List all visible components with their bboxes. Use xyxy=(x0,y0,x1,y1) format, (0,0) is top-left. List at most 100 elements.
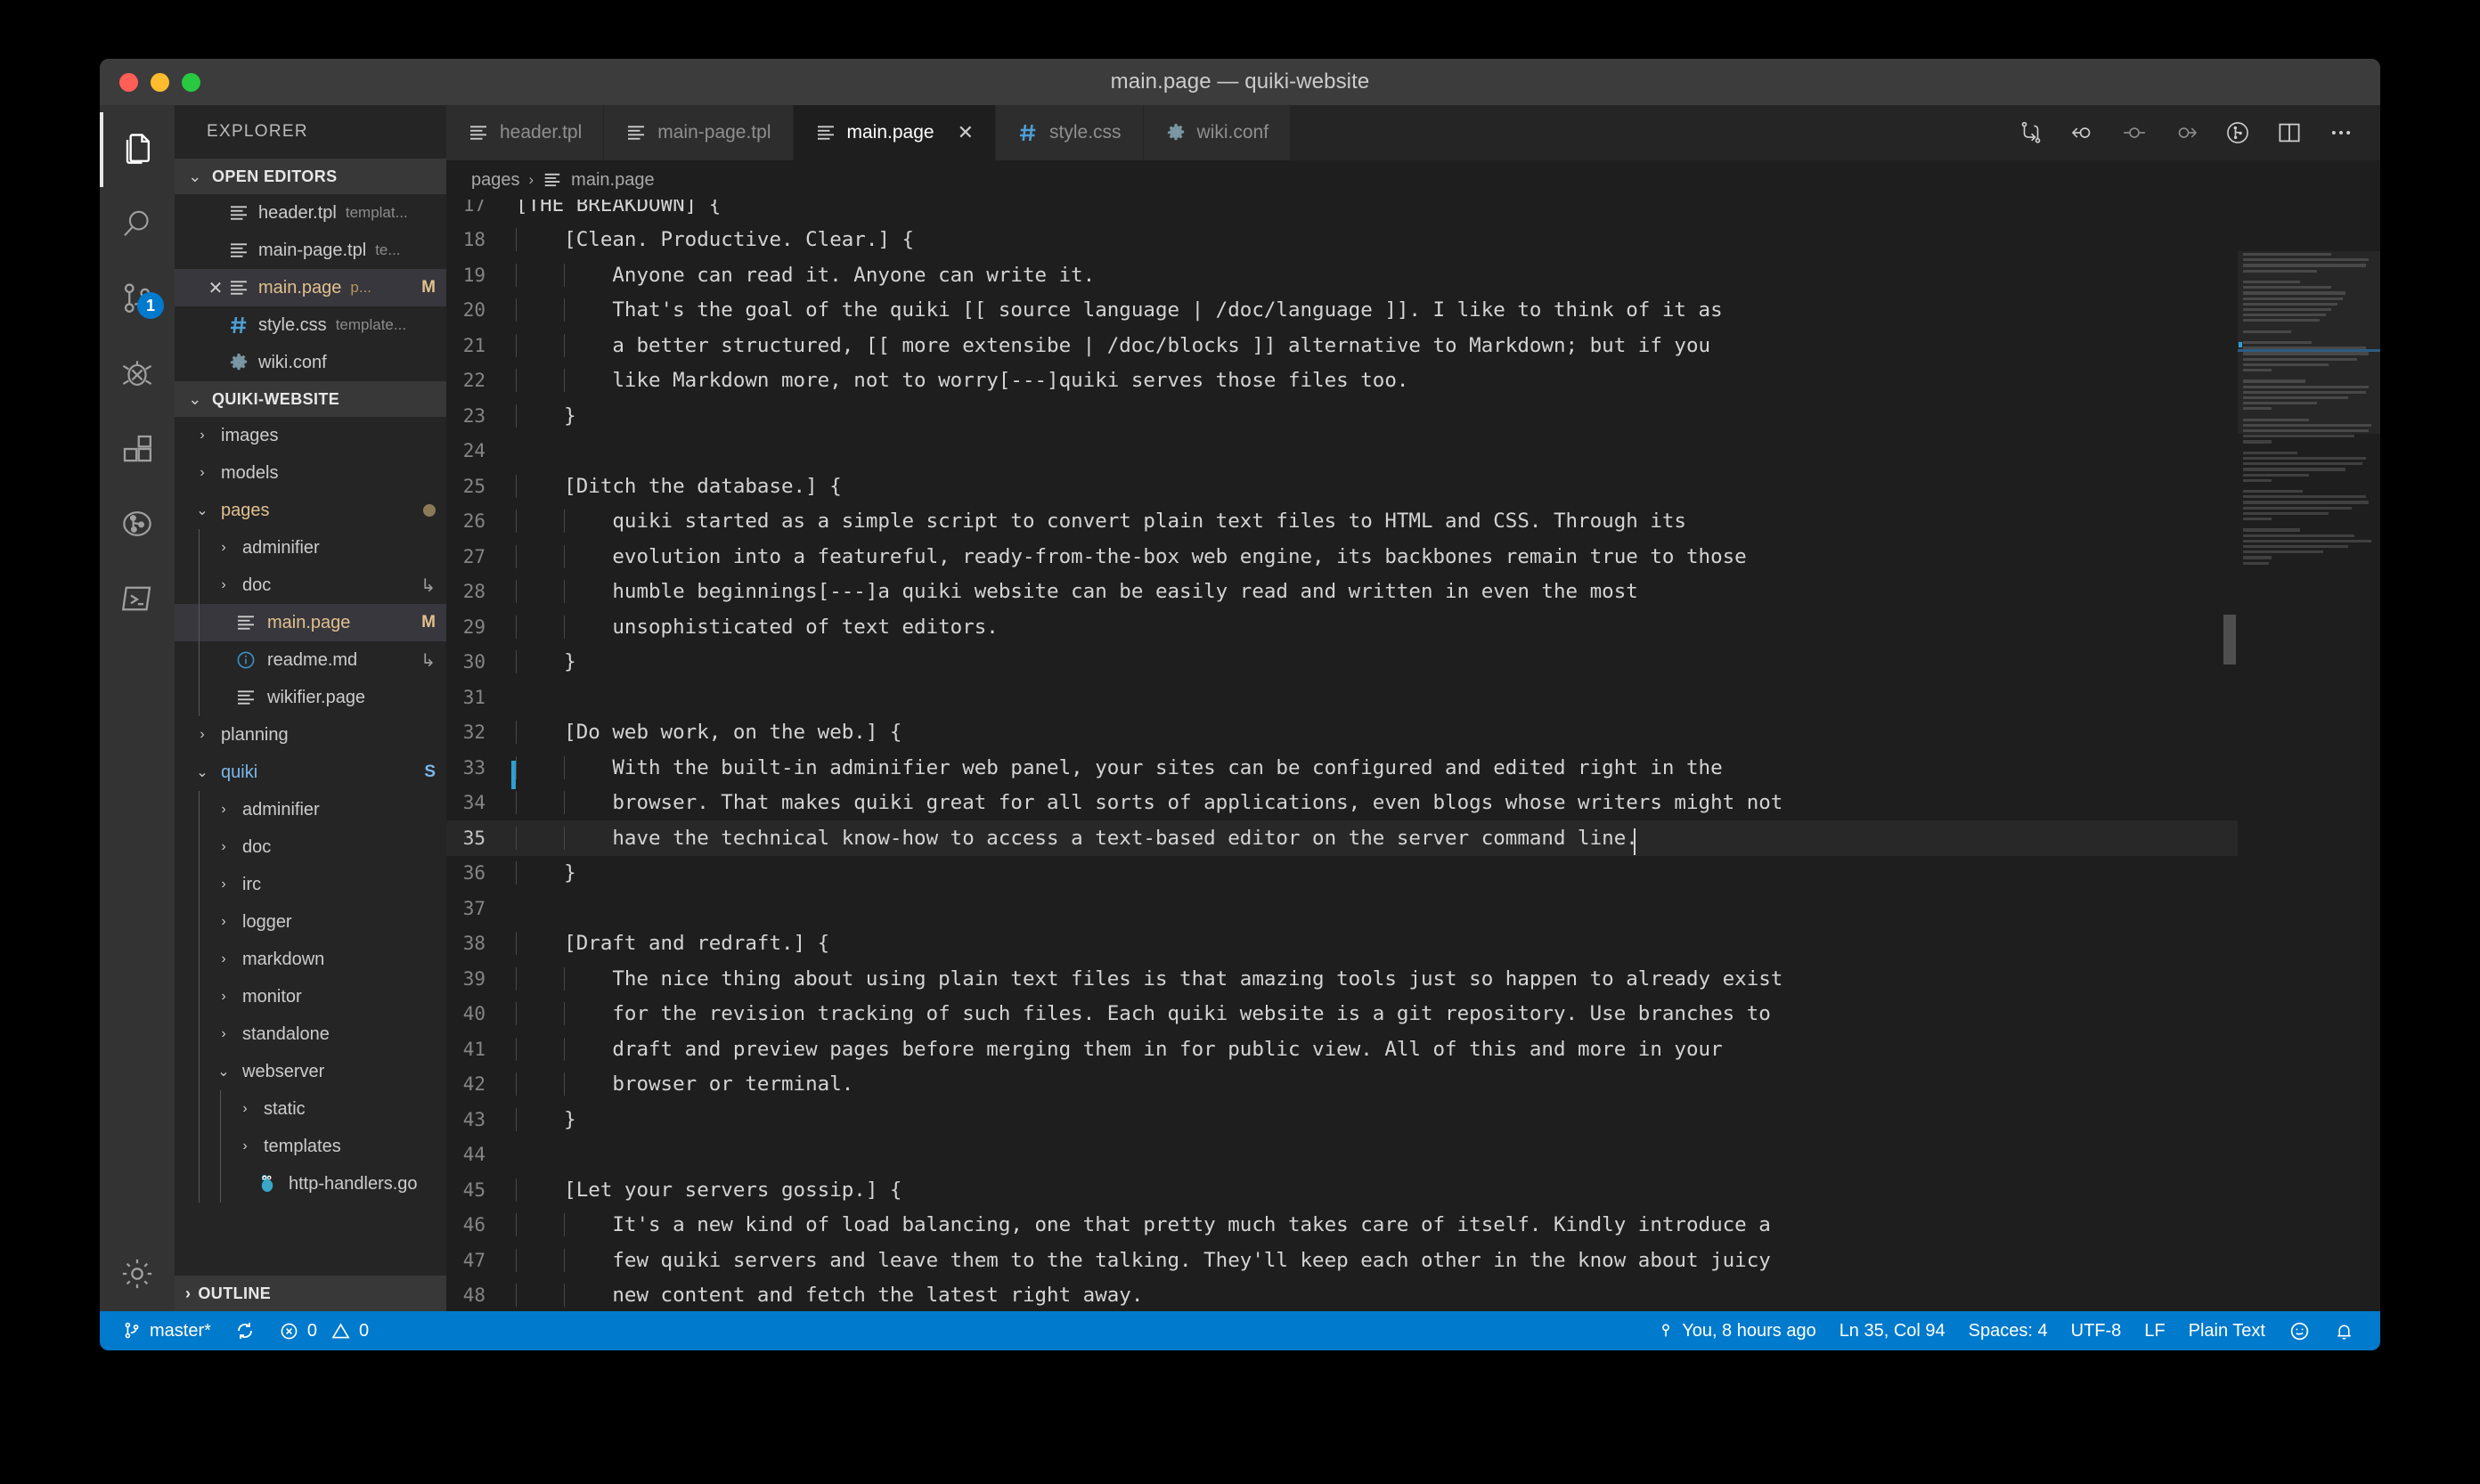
tab-style-css[interactable]: style.css xyxy=(996,105,1144,160)
code-line[interactable]: 31 xyxy=(446,680,2238,715)
code-line[interactable]: 26 quiki started as a simple script to c… xyxy=(446,504,2238,540)
go-back-icon[interactable] xyxy=(2067,117,2099,149)
tree-item-adminifier[interactable]: › adminifier xyxy=(175,529,446,567)
editor-scrollbar-thumb[interactable] xyxy=(2223,615,2236,665)
breadcrumb-file[interactable]: main.page xyxy=(571,170,654,191)
status-blame[interactable]: You, 8 hours ago xyxy=(1646,1321,1828,1341)
tree-item-monitor[interactable]: › monitor xyxy=(175,978,446,1015)
tree-item-planning[interactable]: › planning xyxy=(175,716,446,754)
open-editor-item[interactable]: header.tpl templat... xyxy=(175,194,446,232)
editor-scrollbar[interactable] xyxy=(2222,200,2238,1311)
tree-item-static[interactable]: › static xyxy=(175,1090,446,1128)
open-editors-header[interactable]: ⌄ OPEN EDITORS xyxy=(175,159,446,194)
tree-item-doc[interactable]: › doc xyxy=(175,828,446,866)
activity-explorer[interactable] xyxy=(100,112,175,187)
open-editor-item[interactable]: main-page.tpl te... xyxy=(175,232,446,269)
status-branch[interactable]: master* xyxy=(110,1321,223,1341)
status-sync[interactable] xyxy=(223,1320,267,1341)
code-line[interactable]: 41 draft and preview pages before mergin… xyxy=(446,1031,2238,1067)
code-line[interactable]: 43 } xyxy=(446,1102,2238,1137)
open-editor-item[interactable]: style.css template... xyxy=(175,306,446,344)
activity-extensions[interactable] xyxy=(100,412,175,486)
split-in-group-icon[interactable] xyxy=(2015,117,2047,149)
code-line[interactable]: 30 } xyxy=(446,645,2238,681)
breadcrumb-folder[interactable]: pages xyxy=(471,170,520,191)
tree-item-quiki[interactable]: ⌄ quiki S xyxy=(175,754,446,791)
project-header[interactable]: ⌄ QUIKI-WEBSITE xyxy=(175,381,446,417)
minimap[interactable] xyxy=(2238,200,2380,1311)
tree-item-wikifier-page[interactable]: wikifier.page xyxy=(175,679,446,716)
go-forward-icon[interactable] xyxy=(2170,117,2202,149)
code-line[interactable]: 17 [THE BREAKDOWN] { xyxy=(446,200,2238,223)
code-line[interactable]: 21 a better structured, [[ more extensib… xyxy=(446,328,2238,363)
code-line[interactable]: 47 few quiki servers and leave them to t… xyxy=(446,1243,2238,1278)
code-line[interactable]: 45 [Let your servers gossip.] { xyxy=(446,1172,2238,1208)
code-line[interactable]: 34 browser. That makes quiki great for a… xyxy=(446,786,2238,821)
activity-terminal[interactable] xyxy=(100,561,175,636)
status-notifications[interactable] xyxy=(2322,1321,2366,1341)
code-line[interactable]: 39 The nice thing about using plain text… xyxy=(446,961,2238,997)
code-line[interactable]: 19 Anyone can read it. Anyone can write … xyxy=(446,257,2238,293)
tree-item-standalone[interactable]: › standalone xyxy=(175,1015,446,1053)
tree-item-models[interactable]: › models xyxy=(175,454,446,492)
tree-item-http-handlers-go[interactable]: http-handlers.go xyxy=(175,1165,446,1203)
tab-main-page-tpl[interactable]: main-page.tpl xyxy=(604,105,794,160)
tree-item-logger[interactable]: › logger xyxy=(175,903,446,941)
split-editor-icon[interactable] xyxy=(2273,117,2305,149)
code-line[interactable]: 35 have the technical know-how to access… xyxy=(446,820,2238,856)
tree-item-templates[interactable]: › templates xyxy=(175,1128,446,1165)
status-problems[interactable]: 0 0 xyxy=(267,1321,380,1341)
tree-item-webserver[interactable]: ⌄ webserver xyxy=(175,1053,446,1090)
code-line[interactable]: 32 [Do web work, on the web.] { xyxy=(446,715,2238,751)
current-change-icon[interactable] xyxy=(2118,117,2150,149)
activity-run-debug[interactable] xyxy=(100,337,175,412)
code-line[interactable]: 33 With the built-in adminifier web pane… xyxy=(446,750,2238,789)
status-encoding[interactable]: UTF-8 xyxy=(2060,1321,2133,1341)
minimap-slider[interactable] xyxy=(2238,251,2380,434)
open-editor-item[interactable]: wiki.conf xyxy=(175,344,446,381)
code-line[interactable]: 27 evolution into a featureful, ready-fr… xyxy=(446,539,2238,575)
tree-item-images[interactable]: › images xyxy=(175,417,446,454)
code-line[interactable]: 38 [Draft and redraft.] { xyxy=(446,926,2238,962)
tree-item-readme-md[interactable]: readme.md ↳ xyxy=(175,641,446,679)
tree-item-irc[interactable]: › irc xyxy=(175,866,446,903)
code-line[interactable]: 18 [Clean. Productive. Clear.] { xyxy=(446,223,2238,258)
code-line[interactable]: 24 xyxy=(446,434,2238,469)
code-editor[interactable]: 17 [THE BREAKDOWN] {18 [Clean. Productive… xyxy=(446,200,2380,1311)
git-graph-icon[interactable] xyxy=(2222,117,2254,149)
code-line[interactable]: 42 browser or terminal. xyxy=(446,1067,2238,1103)
code-line[interactable]: 48 new content and fetch the latest righ… xyxy=(446,1278,2238,1312)
code-line[interactable]: 28 humble beginnings[---]a quiki website… xyxy=(446,575,2238,610)
tree-item-doc[interactable]: › doc ↳ xyxy=(175,567,446,604)
open-editor-item[interactable]: ✕ main.page p... M xyxy=(175,269,446,306)
status-eol[interactable]: LF xyxy=(2133,1321,2176,1341)
more-actions-icon[interactable] xyxy=(2325,117,2357,149)
activity-search[interactable] xyxy=(100,187,175,262)
outline-header[interactable]: › OUTLINE xyxy=(175,1276,446,1311)
code-line[interactable]: 37 xyxy=(446,891,2238,926)
close-icon[interactable]: ✕ xyxy=(958,121,974,144)
activity-source-control[interactable]: 1 xyxy=(100,262,175,337)
code-line[interactable]: 29 unsophisticated of text editors. xyxy=(446,609,2238,645)
code-scroll-region[interactable]: 17 [THE BREAKDOWN] {18 [Clean. Productive… xyxy=(446,200,2238,1311)
code-line[interactable]: 36 } xyxy=(446,856,2238,892)
status-cursor-position[interactable]: Ln 35, Col 94 xyxy=(1828,1321,1957,1341)
tab-main-page[interactable]: main.page ✕ xyxy=(793,105,997,160)
code-line[interactable]: 40 for the revision tracking of such fil… xyxy=(446,997,2238,1032)
tab-header-tpl[interactable]: header.tpl xyxy=(446,105,605,160)
code-line[interactable]: 44 xyxy=(446,1137,2238,1173)
code-line[interactable]: 46 It's a new kind of load balancing, on… xyxy=(446,1208,2238,1243)
tree-item-main-page[interactable]: main.page M xyxy=(175,604,446,641)
code-line[interactable]: 22 like Markdown more, not to worry[---]… xyxy=(446,363,2238,399)
activity-git-graph[interactable] xyxy=(100,486,175,561)
tree-item-markdown[interactable]: › markdown xyxy=(175,941,446,978)
status-feedback[interactable] xyxy=(2277,1320,2322,1342)
status-indentation[interactable]: Spaces: 4 xyxy=(1957,1321,2060,1341)
activity-settings[interactable] xyxy=(100,1236,175,1311)
code-line[interactable]: 20 That's the goal of the quiki [[ sourc… xyxy=(446,293,2238,329)
close-icon[interactable]: ✕ xyxy=(203,277,228,299)
code-line[interactable]: 23 } xyxy=(446,398,2238,434)
code-line[interactable]: 25 [Ditch the database.] { xyxy=(446,469,2238,504)
tree-item-pages[interactable]: ⌄ pages xyxy=(175,492,446,529)
tree-item-adminifier[interactable]: › adminifier xyxy=(175,791,446,828)
